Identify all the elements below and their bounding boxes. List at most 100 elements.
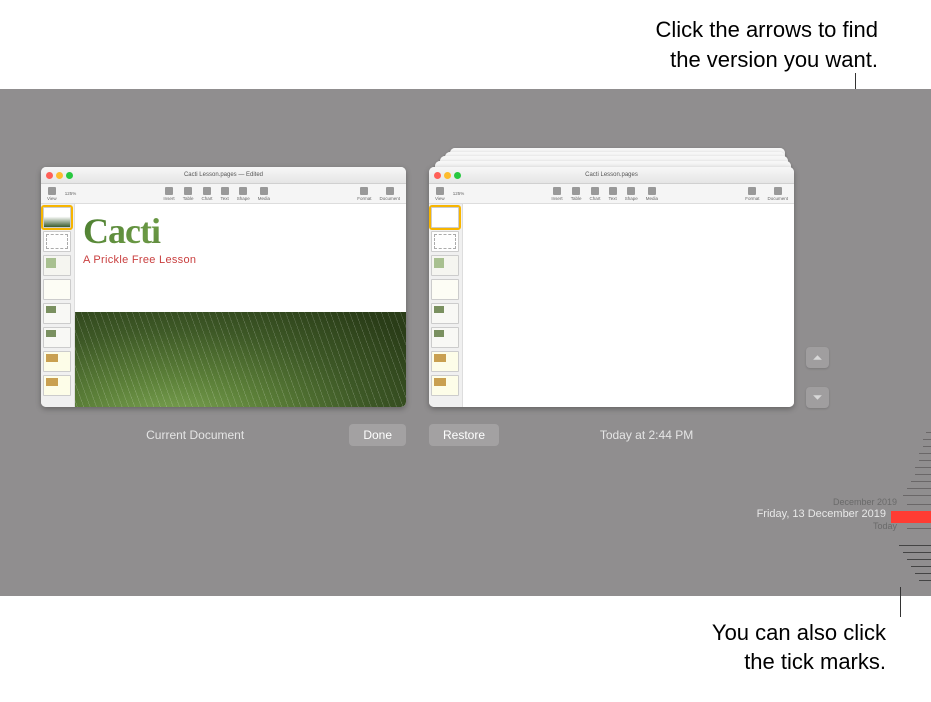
chart-icon <box>591 187 599 195</box>
text-icon <box>221 187 229 195</box>
page-thumbnail[interactable] <box>431 303 459 324</box>
media-button[interactable]: Media <box>646 187 658 201</box>
previous-version-button[interactable] <box>806 347 829 368</box>
toolbar: View 125% Insert Table Chart Text Shape … <box>429 184 794 204</box>
insert-button[interactable]: Insert <box>163 187 174 201</box>
document-subtitle: A Prickle Free Lesson <box>83 254 398 266</box>
version-document-window: Cacti Lesson.pages View 125% Insert Tabl… <box>429 167 794 407</box>
page-thumbnail[interactable] <box>431 255 459 276</box>
timeline-tick[interactable]: Today <box>821 523 931 534</box>
timeline-tick[interactable] <box>821 542 931 549</box>
callout-connector <box>900 587 901 617</box>
close-icon[interactable] <box>434 172 441 179</box>
thumbnails-sidebar[interactable] <box>41 204 75 407</box>
toolbar: View 125% Insert Table Chart Text Shape … <box>41 184 406 204</box>
page-title: Cacti Lesson.pages — Edited <box>41 172 406 178</box>
view-icon <box>436 187 444 195</box>
timeline-tick[interactable] <box>821 556 931 563</box>
zoom-button[interactable]: 125% <box>453 191 465 196</box>
current-document-label-row: Current Document Done <box>41 424 406 446</box>
timeline-tick[interactable] <box>821 450 931 457</box>
page-thumbnail[interactable] <box>43 375 71 396</box>
page-thumbnail[interactable] <box>43 255 71 276</box>
table-button[interactable]: Table <box>183 187 194 201</box>
page-thumbnail[interactable] <box>43 351 71 372</box>
page-thumbnail[interactable] <box>431 207 459 228</box>
timeline-tick[interactable] <box>821 471 931 478</box>
document-icon <box>774 187 782 195</box>
format-button[interactable]: Format <box>745 187 759 201</box>
timeline-tick[interactable] <box>821 457 931 464</box>
current-document-label: Current Document <box>41 428 349 442</box>
table-button[interactable]: Table <box>571 187 582 201</box>
thumbnails-sidebar[interactable] <box>429 204 463 407</box>
timeline-tick[interactable] <box>821 563 931 570</box>
timeline-selected-label: Friday, 13 December 2019 <box>757 508 886 520</box>
zoom-button[interactable]: 125% <box>65 191 77 196</box>
page-thumbnail[interactable] <box>431 327 459 348</box>
table-icon <box>184 187 192 195</box>
shape-button[interactable]: Shape <box>237 187 250 201</box>
page-thumbnail[interactable] <box>431 351 459 372</box>
chart-button[interactable]: Chart <box>201 187 212 201</box>
close-icon[interactable] <box>46 172 53 179</box>
media-button[interactable]: Media <box>258 187 270 201</box>
document-canvas[interactable] <box>463 204 794 407</box>
next-version-button[interactable] <box>806 387 829 408</box>
page-thumbnail[interactable] <box>43 279 71 300</box>
timeline-tick[interactable] <box>821 429 931 436</box>
timeline-tick[interactable] <box>821 478 931 485</box>
timeline-today-label: Today <box>873 521 897 531</box>
time-machine-view: Cacti Lesson.pages — Edited View 125% In… <box>0 89 931 596</box>
maximize-icon[interactable] <box>454 172 461 179</box>
chart-button[interactable]: Chart <box>589 187 600 201</box>
timeline-tick[interactable] <box>821 577 931 584</box>
page-thumbnail[interactable] <box>431 231 459 252</box>
minimize-icon[interactable] <box>56 172 63 179</box>
timeline-tick[interactable] <box>821 436 931 443</box>
page-thumbnail[interactable] <box>43 303 71 324</box>
page-thumbnail[interactable] <box>43 231 71 252</box>
maximize-icon[interactable] <box>66 172 73 179</box>
current-document-window: Cacti Lesson.pages — Edited View 125% In… <box>41 167 406 407</box>
document-canvas[interactable]: Cacti A Prickle Free Lesson <box>75 204 406 407</box>
media-icon <box>260 187 268 195</box>
timeline-tick[interactable] <box>821 443 931 450</box>
page-thumbnail[interactable] <box>43 207 71 228</box>
minimize-icon[interactable] <box>444 172 451 179</box>
chevron-down-icon <box>812 392 823 403</box>
format-button[interactable]: Format <box>357 187 371 201</box>
document-title: Cacti <box>83 210 398 252</box>
shape-icon <box>239 187 247 195</box>
traffic-lights[interactable] <box>434 172 461 179</box>
view-icon <box>48 187 56 195</box>
timeline-tick[interactable] <box>821 549 931 556</box>
view-button[interactable]: View <box>435 187 445 201</box>
view-button[interactable]: View <box>47 187 57 201</box>
media-icon <box>648 187 656 195</box>
table-icon <box>572 187 580 195</box>
page-title: Cacti Lesson.pages <box>429 172 794 178</box>
text-button[interactable]: Text <box>220 187 228 201</box>
document-button[interactable]: Document <box>768 187 789 201</box>
page-thumbnail[interactable] <box>43 327 71 348</box>
timeline-tick[interactable] <box>821 485 931 492</box>
timeline-tick[interactable] <box>821 570 931 577</box>
traffic-lights[interactable] <box>46 172 73 179</box>
chevron-up-icon <box>812 352 823 363</box>
insert-button[interactable]: Insert <box>551 187 562 201</box>
page-thumbnail[interactable] <box>431 279 459 300</box>
text-button[interactable]: Text <box>608 187 616 201</box>
insert-icon <box>165 187 173 195</box>
timeline-tick[interactable] <box>821 464 931 471</box>
timeline: December 2019 Friday, 13 December 2019 T… <box>821 429 931 584</box>
page-thumbnail[interactable] <box>431 375 459 396</box>
format-icon <box>360 187 368 195</box>
shape-button[interactable]: Shape <box>625 187 638 201</box>
done-button[interactable]: Done <box>349 424 406 446</box>
chart-icon <box>203 187 211 195</box>
document-icon <box>386 187 394 195</box>
document-button[interactable]: Document <box>380 187 401 201</box>
callout-text: the tick marks. <box>712 647 886 677</box>
restore-button[interactable]: Restore <box>429 424 499 446</box>
